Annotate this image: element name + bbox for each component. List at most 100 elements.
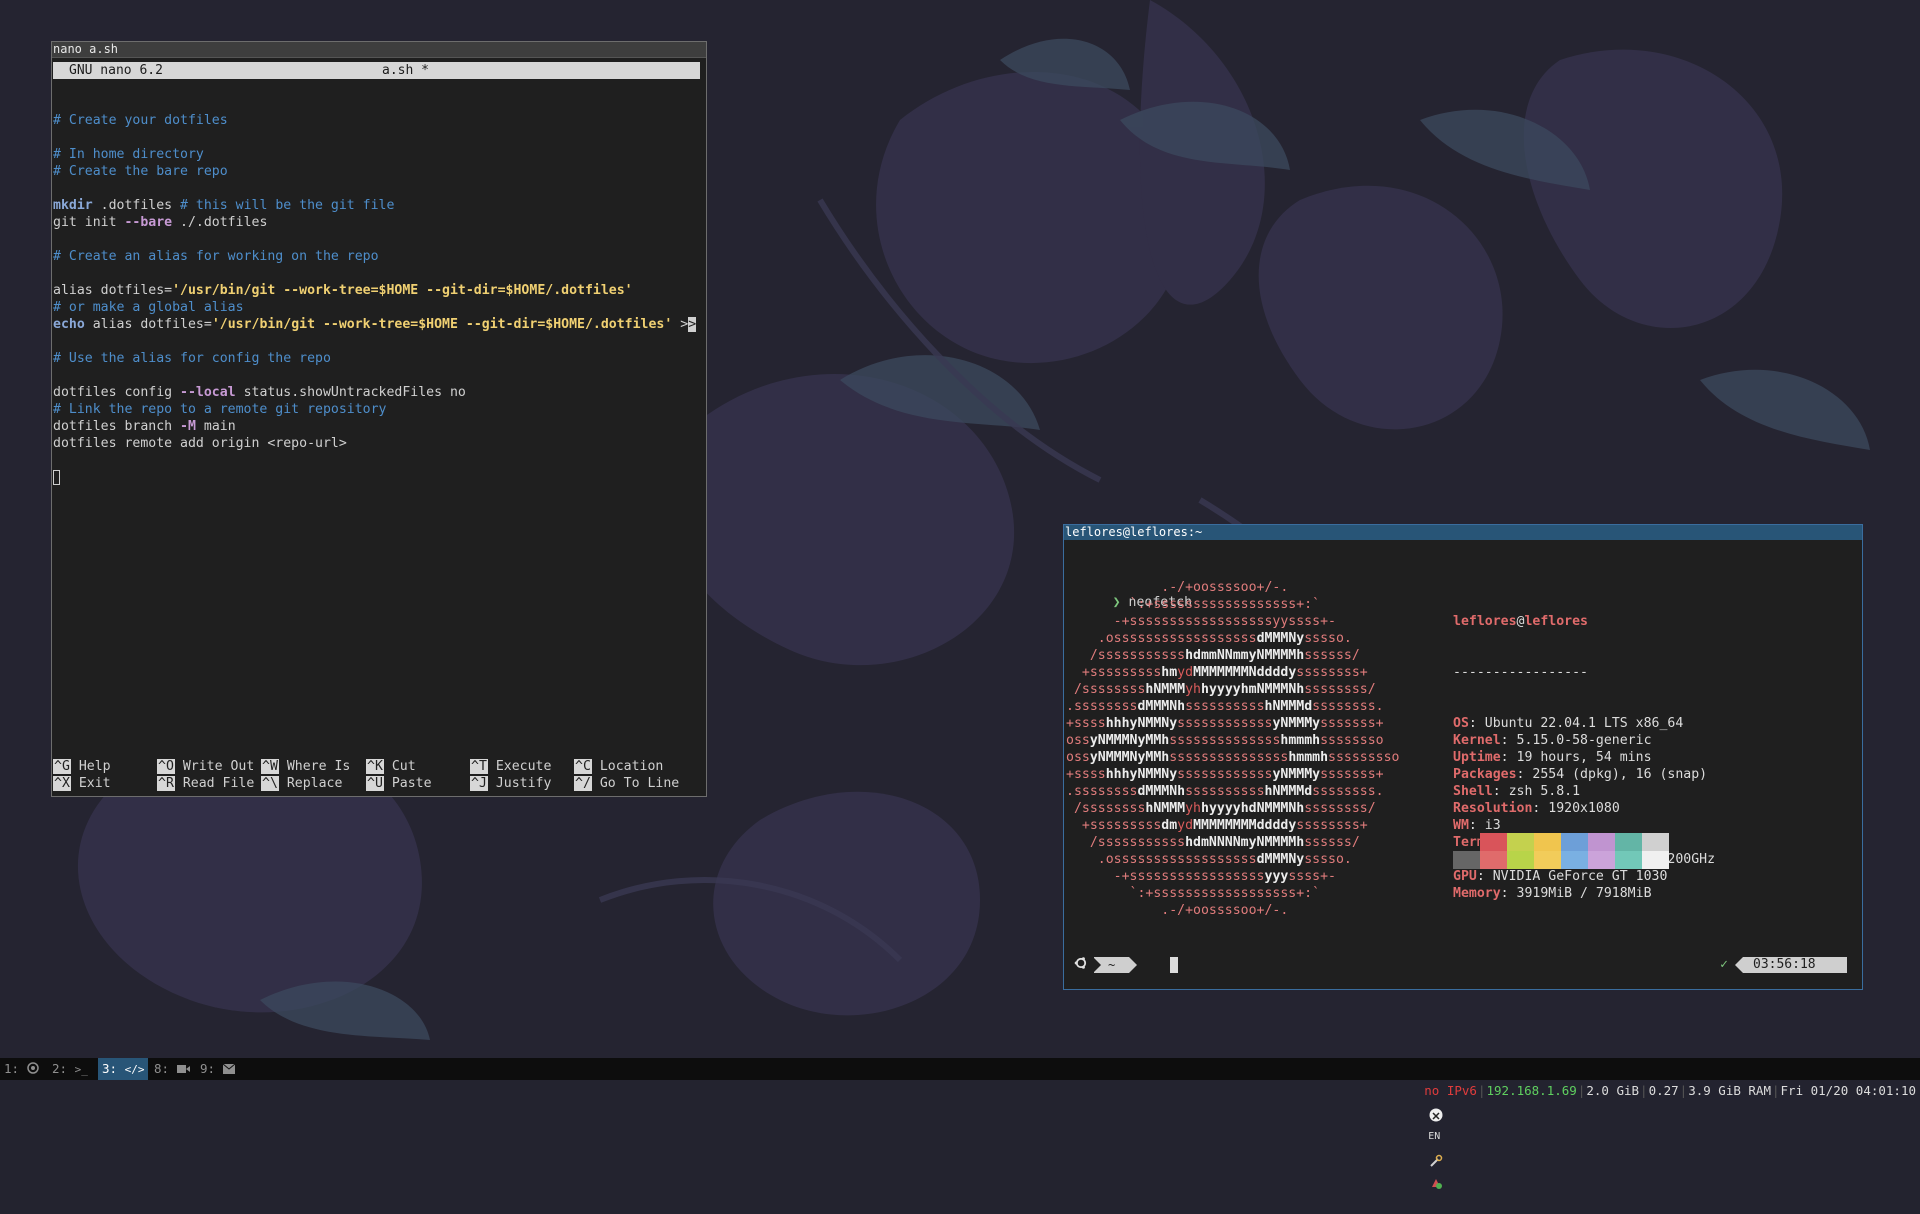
terminal-icon: >_ xyxy=(74,1063,88,1076)
code-token: # Link the repo to a remote git reposito… xyxy=(53,402,387,417)
shortcut-read-file[interactable]: ^R Read File xyxy=(157,775,254,792)
code-token: dotfiles config xyxy=(53,385,181,400)
code-token: --local xyxy=(180,385,236,400)
terminal-window[interactable]: leflores@leflores:~ ❯ neofetch .-/+oosss… xyxy=(1063,524,1863,990)
code-token: --bare xyxy=(124,215,173,230)
editor-line[interactable]: # In home directory xyxy=(53,146,703,163)
code-token: git init xyxy=(53,215,125,230)
color-swatch xyxy=(1615,833,1642,851)
shortcut-label: Write Out xyxy=(182,759,255,774)
info-gpu: GPU: NVIDIA GeForce GT 1030 xyxy=(1453,869,1668,884)
ipv6-status: no IPv6 xyxy=(1424,1083,1477,1098)
info-packages: Packages: 2554 (dpkg), 16 (snap) xyxy=(1453,767,1708,782)
wifi-tray-icon[interactable] xyxy=(1429,1107,1443,1121)
terminal-window-title[interactable]: leflores@leflores:~ xyxy=(1064,525,1862,540)
ascii-logo-line: .ossssssssssssssssssdMMMNysssso. xyxy=(1066,852,1352,867)
shortcut-label: Execute xyxy=(495,759,552,774)
shortcut-help[interactable]: ^G Help xyxy=(53,758,111,775)
workspace-9[interactable]: 9: xyxy=(196,1058,239,1080)
nano-window-title[interactable]: nano a.sh xyxy=(52,42,706,58)
editor-line[interactable]: git init --bare ./.dotfiles xyxy=(53,214,703,231)
shortcut-exit[interactable]: ^X Exit xyxy=(53,775,111,792)
workspace-3[interactable]: 3: </> xyxy=(98,1058,149,1080)
editor-line[interactable]: # Create your dotfiles xyxy=(53,112,703,129)
terminal-output[interactable]: ❯ neofetch .-/+oossssoo+/-. `:+sssssssss… xyxy=(1065,543,1861,918)
code-token: > xyxy=(688,317,697,332)
editor-line[interactable]: # Create an alias for working on the rep… xyxy=(53,248,703,265)
shortcut-key: ^U xyxy=(366,776,384,791)
code-token: # this will be the git file xyxy=(180,198,395,213)
terminal-prompt-line[interactable]: ~ ✓ 03:56:18 xyxy=(1070,955,1858,975)
update-tray-icon[interactable] xyxy=(1429,1175,1443,1189)
editor-line[interactable]: echo alias dotfiles='/usr/bin/git --work… xyxy=(53,316,703,333)
shortcut-go-to-line[interactable]: ^/ Go To Line xyxy=(574,775,679,792)
chrome-icon xyxy=(26,1059,39,1081)
ascii-logo-line: `:+ssssssssssssssssss+:` xyxy=(1066,597,1321,612)
color-swatch xyxy=(1642,851,1669,869)
workspace-2[interactable]: 2: >_ xyxy=(48,1058,92,1080)
editor-line[interactable]: dotfiles config --local status.showUntra… xyxy=(53,384,703,401)
code-token: # Create an alias for working on the rep… xyxy=(53,249,379,264)
terminal-cursor xyxy=(1170,957,1178,973)
workspace-8[interactable]: 8: xyxy=(150,1058,194,1080)
workspace-number: 9: xyxy=(200,1061,216,1076)
keyboard-layout[interactable]: EN xyxy=(1428,1126,1440,1148)
shortcut-label: Read File xyxy=(182,776,255,791)
editor-line[interactable] xyxy=(53,469,703,486)
editor-line[interactable]: dotfiles remote add origin <repo-url> xyxy=(53,435,703,452)
i3-bar: 1: 2: >_ 3: </> 8: 9: no IPv6|192.168.1.69… xyxy=(0,1058,1920,1189)
shortcut-where-is[interactable]: ^W Where Is xyxy=(261,758,350,775)
editor-line[interactable] xyxy=(53,367,703,384)
shortcut-location[interactable]: ^C Location xyxy=(574,758,663,775)
nano-editor-area[interactable]: # Create your dotfiles # In home director… xyxy=(53,95,703,486)
code-token: dotfiles branch xyxy=(53,419,181,434)
editor-line[interactable]: dotfiles branch -M main xyxy=(53,418,703,435)
info-wm: WM: i3 xyxy=(1453,818,1501,833)
editor-line[interactable] xyxy=(53,333,703,350)
info-uptime: Uptime: 19 hours, 54 mins xyxy=(1453,750,1652,765)
shortcut-key: ^R xyxy=(157,776,175,791)
editor-line[interactable] xyxy=(53,95,703,112)
neofetch-separator: ----------------- xyxy=(1453,665,1588,680)
tools-tray-icon[interactable] xyxy=(1429,1153,1443,1167)
shortcut-execute[interactable]: ^T Execute xyxy=(470,758,551,775)
shortcut-replace[interactable]: ^\ Replace xyxy=(261,775,342,792)
code-token: # or make a global alias xyxy=(53,300,244,315)
shortcut-cut[interactable]: ^K Cut xyxy=(366,758,416,775)
nano-window[interactable]: nano a.sh GNU nano 6.2 a.sh * # Create y… xyxy=(51,41,707,797)
disk-free: 2.0 GiB xyxy=(1586,1083,1640,1098)
editor-line[interactable]: alias dotfiles='/usr/bin/git --work-tree… xyxy=(53,282,703,299)
workspace-1[interactable]: 1: xyxy=(0,1058,43,1080)
editor-line[interactable] xyxy=(53,231,703,248)
editor-line[interactable]: # Link the repo to a remote git reposito… xyxy=(53,401,703,418)
shortcut-write-out[interactable]: ^O Write Out xyxy=(157,758,254,775)
code-token: -M xyxy=(180,419,196,434)
ubuntu-icon xyxy=(1070,956,1092,974)
editor-line[interactable] xyxy=(53,129,703,146)
code-token: # Create the bare repo xyxy=(53,164,228,179)
status-area: no IPv6|192.168.1.69|2.0 GiB|0.27|3.9 Gi… xyxy=(1394,1058,1916,1189)
workspace-number: 1: xyxy=(4,1061,20,1076)
editor-line[interactable] xyxy=(53,180,703,197)
editor-line[interactable]: mkdir .dotfiles # this will be the git f… xyxy=(53,197,703,214)
color-swatch xyxy=(1588,833,1615,851)
editor-line[interactable]: # or make a global alias xyxy=(53,299,703,316)
editor-line[interactable] xyxy=(53,452,703,469)
neofetch-user-host: leflores@leflores xyxy=(1453,614,1589,629)
ascii-logo-line: .ossssssssssssssssssdMMMNysssso. xyxy=(1066,631,1352,646)
color-swatch xyxy=(1534,833,1561,851)
editor-line[interactable] xyxy=(53,265,703,282)
shortcut-paste[interactable]: ^U Paste xyxy=(366,775,432,792)
shortcut-justify[interactable]: ^J Justify xyxy=(470,775,551,792)
shortcut-label: Paste xyxy=(391,776,432,791)
code-token: # In home directory xyxy=(53,147,204,162)
color-swatch xyxy=(1534,851,1561,869)
prompt-time: 03:56:18 xyxy=(1735,957,1847,973)
ascii-logo-line: +ssssssssshmydMMMMMMMNddddyssssssss+ xyxy=(1066,665,1368,680)
shortcut-key: ^\ xyxy=(261,776,279,791)
color-swatch xyxy=(1642,833,1669,851)
color-swatch xyxy=(1561,851,1588,869)
editor-line[interactable]: # Create the bare repo xyxy=(53,163,703,180)
editor-line[interactable]: # Use the alias for config the repo xyxy=(53,350,703,367)
info-memory: Memory: 3919MiB / 7918MiB xyxy=(1453,886,1652,901)
